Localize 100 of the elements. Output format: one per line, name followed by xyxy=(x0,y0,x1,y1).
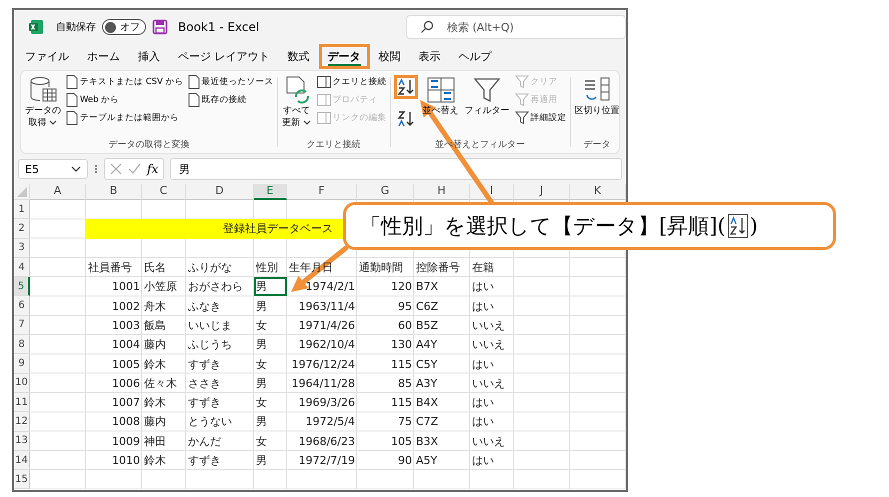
funnel-icon xyxy=(514,93,529,107)
ribbon-button[interactable]: クエリと接続 xyxy=(316,73,387,91)
column-header[interactable]: H xyxy=(414,184,470,200)
table-cell: B5Z xyxy=(416,318,438,332)
row-header[interactable]: 13 xyxy=(14,432,30,451)
autosave-toggle[interactable]: オフ xyxy=(102,19,146,35)
menu-tab[interactable]: ページ レイアウト xyxy=(169,44,278,68)
table-cell: 飯島 xyxy=(144,318,166,333)
table-cell: はい xyxy=(472,414,494,430)
row-header[interactable]: 15 xyxy=(14,470,30,490)
refresh-all-button[interactable]: すべて 更新 xyxy=(280,73,313,131)
menu-tab[interactable]: ホーム xyxy=(78,44,129,68)
table-cell: B3X xyxy=(416,434,438,448)
column-header[interactable]: F xyxy=(287,184,357,200)
row-header[interactable]: 8 xyxy=(14,335,30,354)
ribbon-button[interactable]: 既存の接続 xyxy=(188,91,274,109)
table-cell: 1005 xyxy=(112,358,140,371)
row-header[interactable]: 3 xyxy=(14,238,30,258)
column-header[interactable]: D xyxy=(186,184,254,200)
menu-tab[interactable]: ヘルプ xyxy=(450,44,500,68)
table-cell: 115 xyxy=(391,396,412,410)
formula-field[interactable]: 男 xyxy=(170,158,622,180)
menu-tab[interactable]: 表示 xyxy=(410,44,450,68)
table-cell: いいじま xyxy=(188,318,232,333)
column-header[interactable]: E xyxy=(254,184,287,200)
table-cell: 75 xyxy=(398,415,412,428)
column-header[interactable]: A xyxy=(30,184,86,200)
group-label: データ xyxy=(584,139,611,151)
row-header[interactable]: 14 xyxy=(14,450,30,470)
table-cell: 105 xyxy=(391,434,412,448)
table-cell: はい xyxy=(472,395,494,410)
table-cell: 佐々木 xyxy=(144,376,177,391)
chevron-down-icon xyxy=(303,120,311,126)
row-header[interactable]: 5 xyxy=(14,277,30,296)
group-label: クエリと接続 xyxy=(306,138,361,151)
row-header[interactable]: 10 xyxy=(14,374,30,393)
callout-text: ) xyxy=(750,214,758,238)
save-icon[interactable] xyxy=(152,19,168,35)
document-icon xyxy=(188,93,200,107)
row-header[interactable]: 12 xyxy=(14,412,30,432)
table-cell: いいえ xyxy=(472,434,505,449)
ribbon-button[interactable]: テーブルまたは範囲から xyxy=(66,109,184,127)
table-cell: 115 xyxy=(391,358,412,371)
table-cell: はい xyxy=(472,279,494,294)
menu-tab[interactable]: 校閲 xyxy=(370,44,410,68)
table-cell: 女 xyxy=(256,395,267,410)
text-to-columns-button[interactable]: 区切り位置 xyxy=(574,73,619,119)
row-header[interactable]: 2 xyxy=(14,219,30,239)
row-header[interactable]: 4 xyxy=(14,258,30,278)
row-header[interactable]: 7 xyxy=(14,316,30,336)
table-cell: 1976/12/24 xyxy=(292,358,355,371)
table-cell: 鈴木 xyxy=(144,395,166,410)
filter-button[interactable]: フィルター xyxy=(464,73,511,119)
check-icon[interactable] xyxy=(128,163,141,175)
table-cell: A4Y xyxy=(416,338,438,352)
search-icon xyxy=(420,20,434,34)
row-header[interactable]: 9 xyxy=(14,354,30,374)
get-data-button[interactable]: データの 取得 xyxy=(24,73,62,131)
panel-icon xyxy=(316,112,331,124)
insert-function-button[interactable]: fx xyxy=(147,162,158,176)
document-icon xyxy=(188,75,200,89)
table-cell: はい xyxy=(472,453,494,468)
more-icon[interactable] xyxy=(94,163,98,175)
row-header[interactable]: 1 xyxy=(14,200,30,220)
table-cell: 男 xyxy=(256,337,267,352)
table-cell: 1962/10/4 xyxy=(298,338,355,352)
table-cell: ささき xyxy=(188,376,221,391)
panel-icon xyxy=(316,76,331,88)
table-cell: 男 xyxy=(256,414,267,430)
menu-tab[interactable]: 挿入 xyxy=(129,44,169,68)
row-header[interactable]: 11 xyxy=(14,392,30,412)
table-cell: ふじうち xyxy=(188,337,232,352)
table-cell: 通勤時間 xyxy=(359,260,403,276)
sort-ascending-button[interactable] xyxy=(394,75,418,99)
search-field[interactable]: 検索 (Alt+Q) xyxy=(406,15,626,39)
column-header[interactable]: K xyxy=(570,184,626,200)
column-header[interactable]: C xyxy=(142,184,186,200)
table-cell: 男 xyxy=(256,298,267,314)
row-header[interactable]: 6 xyxy=(14,296,30,316)
ribbon-button[interactable]: テキストまたは CSV から xyxy=(66,73,184,91)
table-cell: 在籍 xyxy=(472,260,494,276)
table-cell: 社員番号 xyxy=(88,260,132,276)
name-box[interactable]: E5 xyxy=(18,159,88,179)
column-header[interactable]: J xyxy=(514,184,570,200)
table-cell: いいえ xyxy=(472,337,505,352)
ribbon-button[interactable]: 最近使ったソース xyxy=(188,73,274,91)
ribbon-button[interactable]: Web から xyxy=(66,91,184,109)
table-cell: 鈴木 xyxy=(144,356,166,372)
menu-tab[interactable]: 数式 xyxy=(278,44,318,68)
table-cell: 氏名 xyxy=(144,260,166,276)
menu-tab[interactable]: データ xyxy=(318,44,370,68)
column-header[interactable]: G xyxy=(357,184,414,200)
column-header[interactable]: B xyxy=(86,184,142,200)
table-cell: 120 xyxy=(391,280,412,294)
table-cell: ふりがな xyxy=(188,260,232,276)
ribbon-button[interactable]: 詳細設定 xyxy=(514,109,567,127)
table-cell: おがさわら xyxy=(188,279,243,294)
chevron-down-icon xyxy=(71,166,81,172)
table-cell: B7X xyxy=(416,280,438,294)
menu-tab[interactable]: ファイル xyxy=(16,44,78,68)
